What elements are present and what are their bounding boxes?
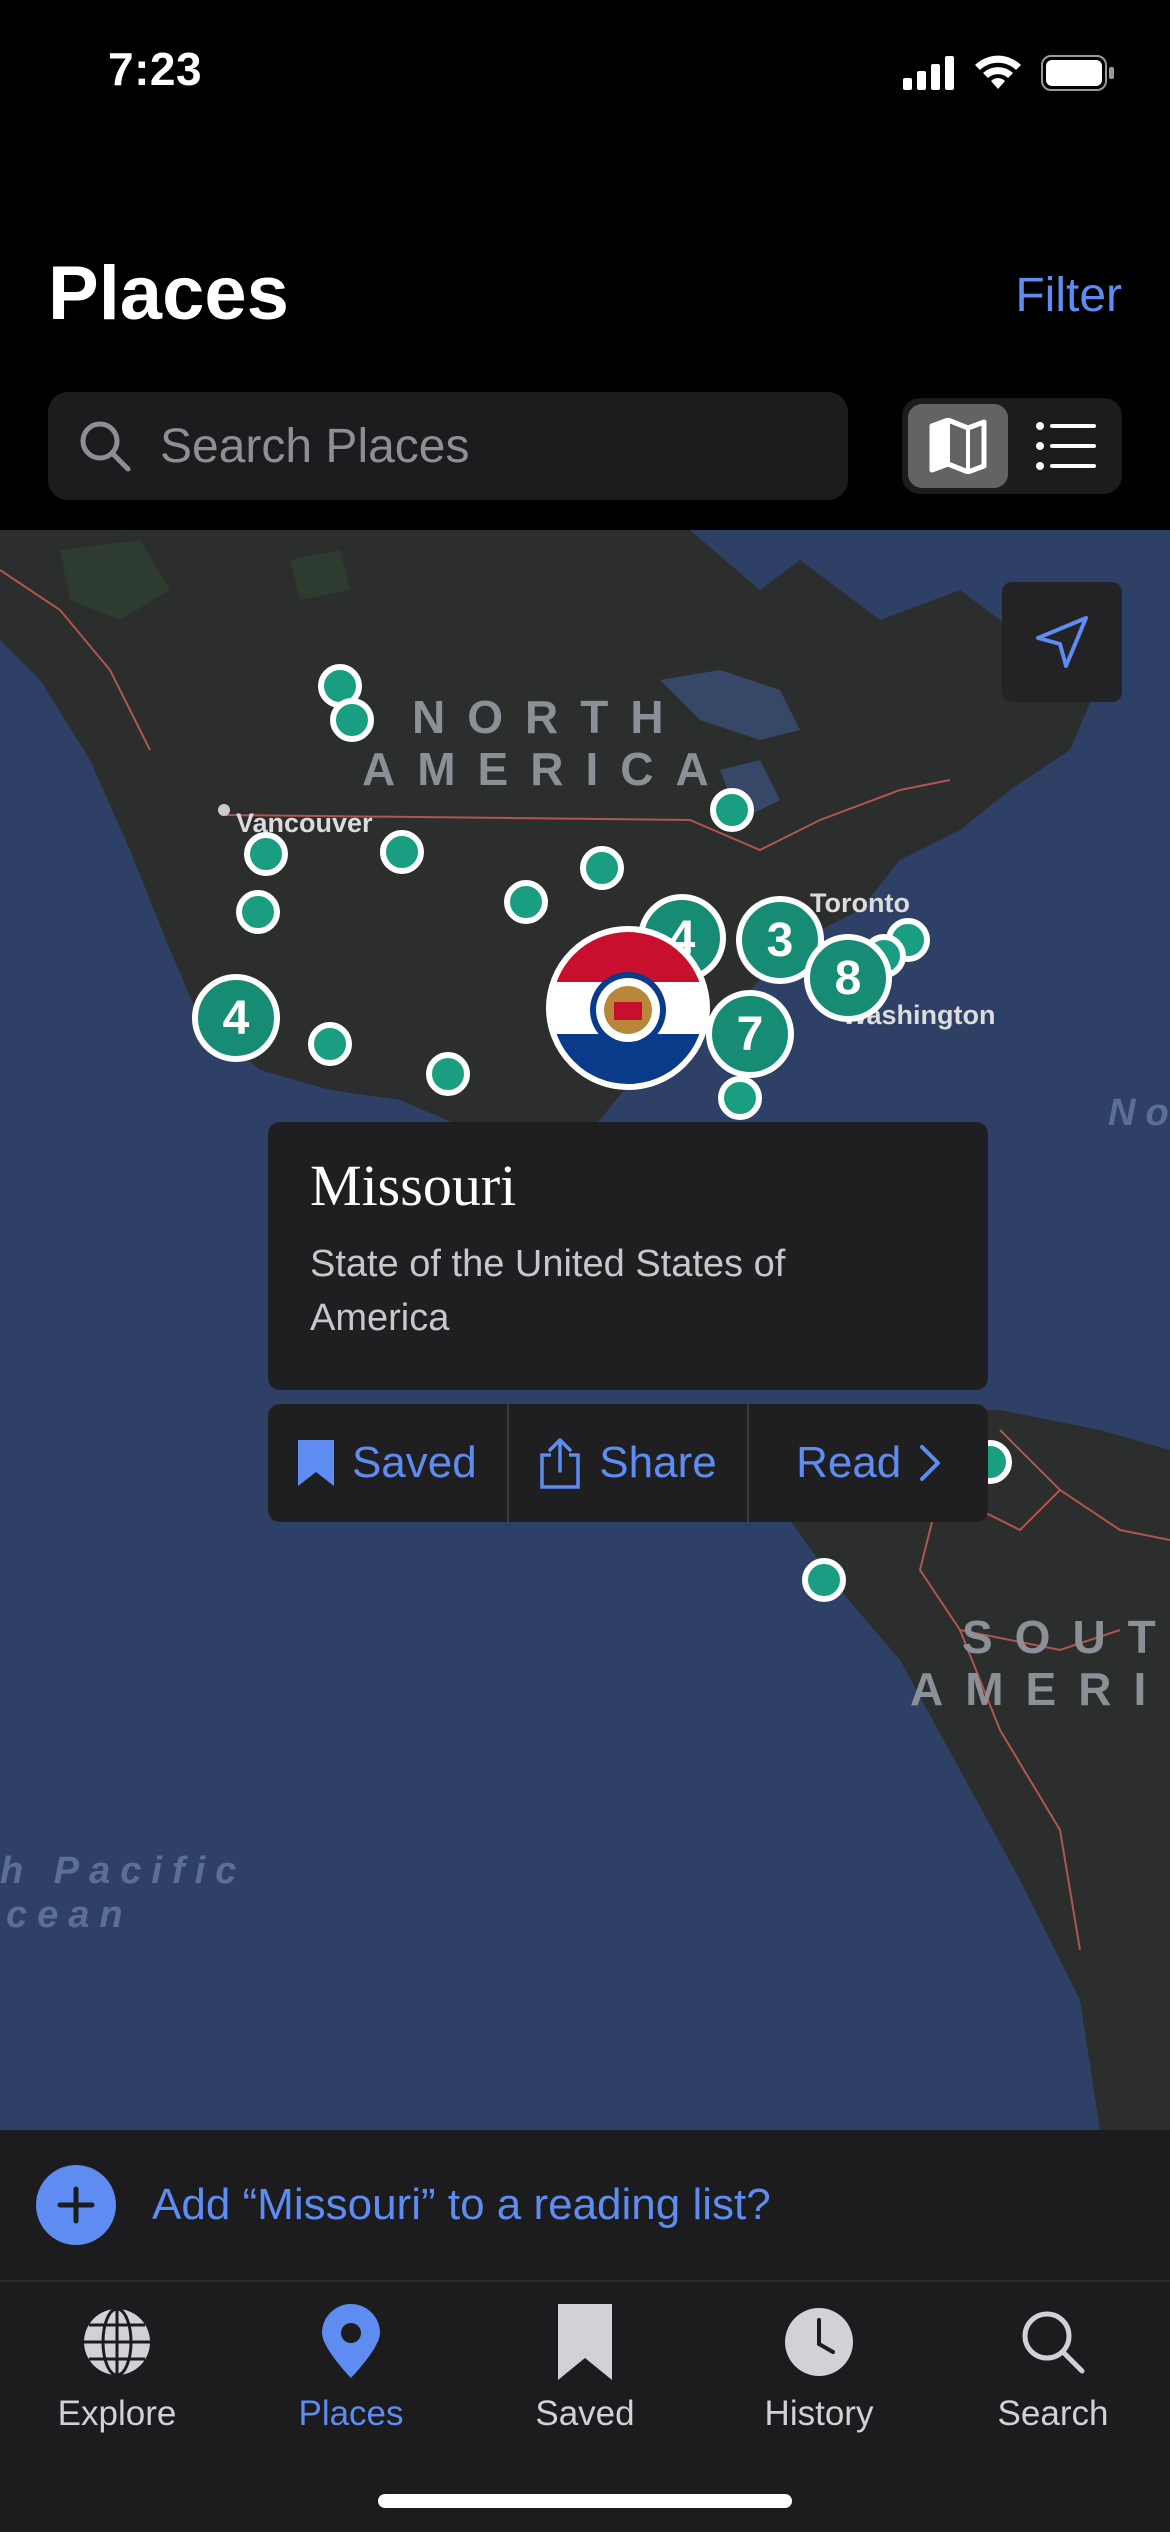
location-arrow-icon: [1036, 616, 1088, 668]
share-label: Share: [599, 1438, 717, 1487]
battery-icon: [1041, 55, 1114, 91]
banner-text[interactable]: Add “Missouri” to a reading list?: [152, 2180, 771, 2230]
read-button[interactable]: Read: [747, 1404, 988, 1522]
plus-icon: [57, 2186, 95, 2224]
status-time: 7:23: [108, 43, 203, 95]
missouri-flag-marker[interactable]: [546, 926, 710, 1090]
map-pin[interactable]: [802, 1558, 846, 1602]
status-bar: 7:23: [0, 0, 1170, 150]
filter-button[interactable]: Filter: [1015, 268, 1122, 323]
map-pin[interactable]: [330, 698, 374, 742]
header: Places Filter: [0, 150, 1170, 530]
map-icon: [929, 418, 987, 474]
map-pin[interactable]: [380, 830, 424, 874]
region-label-america: AMERICA: [362, 743, 731, 795]
map-pin[interactable]: [718, 1076, 762, 1120]
map-pin[interactable]: [426, 1052, 470, 1096]
popover-title: Missouri: [310, 1153, 517, 1218]
map-pin-icon: [311, 2302, 391, 2382]
locate-button[interactable]: [1002, 582, 1122, 702]
tab-label-explore: Explore: [57, 2394, 177, 2433]
saved-label: Saved: [351, 1438, 477, 1487]
wifi-icon: [975, 55, 1021, 89]
ocean-label-pacific: h Pacific: [0, 1850, 247, 1892]
list-icon: [1036, 422, 1096, 470]
ocean-label-ocean: cean: [6, 1894, 133, 1936]
status-icons: [903, 55, 1115, 91]
view-toggle[interactable]: [902, 398, 1122, 494]
tab-explore[interactable]: Explore: [0, 2282, 234, 2532]
map-cluster[interactable]: 7: [706, 990, 794, 1078]
map-pin[interactable]: [244, 832, 288, 876]
region-label-north: NORTH: [412, 691, 686, 743]
search-icon: [1013, 2302, 1093, 2382]
region-label-south: SOUT: [962, 1611, 1170, 1663]
tab-label-saved: Saved: [535, 2394, 635, 2433]
chevron-right-icon: [920, 1445, 941, 1481]
add-reading-list-button[interactable]: [36, 2165, 116, 2245]
tab-label-history: History: [764, 2394, 874, 2433]
map-pin[interactable]: [504, 880, 548, 924]
tab-search[interactable]: Search: [936, 2282, 1170, 2532]
map-pin[interactable]: [580, 846, 624, 890]
map-cluster[interactable]: 8: [804, 934, 892, 1022]
tab-label-search: Search: [997, 2394, 1109, 2433]
bookmark-icon: [545, 2302, 625, 2382]
reading-list-banner[interactable]: Add “Missouri” to a reading list?: [0, 2130, 1170, 2282]
ocean-label-north-atlantic: No: [1108, 1092, 1169, 1134]
city-dot-vancouver: [218, 804, 230, 816]
share-button[interactable]: Share: [506, 1404, 748, 1522]
search-bar[interactable]: [48, 392, 848, 500]
place-popover[interactable]: Missouri State of the United States of A…: [268, 1122, 988, 1390]
list-view-toggle[interactable]: [1016, 404, 1116, 488]
search-input[interactable]: [160, 418, 800, 474]
clock-icon: [779, 2302, 859, 2382]
map-pin[interactable]: [710, 788, 754, 832]
missouri-flag-icon: [552, 932, 704, 1084]
map-cluster[interactable]: 4: [192, 974, 280, 1062]
map-view-toggle[interactable]: [908, 404, 1008, 488]
city-label-toronto: Toronto: [810, 888, 910, 918]
search-icon: [70, 411, 140, 481]
tab-label-places: Places: [298, 2394, 404, 2433]
popover-description: State of the United States of America: [310, 1243, 786, 1339]
bookmark-filled-icon: [297, 1440, 334, 1486]
home-indicator: [378, 2494, 792, 2508]
share-icon: [540, 1438, 581, 1489]
region-label-south-america: AMERI: [910, 1663, 1169, 1715]
saved-button[interactable]: Saved: [268, 1404, 507, 1522]
read-label: Read: [796, 1438, 902, 1487]
popover-actions: Saved Share Read: [268, 1404, 988, 1522]
signal-icon: [903, 56, 954, 90]
globe-icon: [77, 2302, 157, 2382]
map-pin[interactable]: [236, 890, 280, 934]
map-pin[interactable]: [308, 1022, 352, 1066]
page-title: Places: [48, 251, 289, 336]
